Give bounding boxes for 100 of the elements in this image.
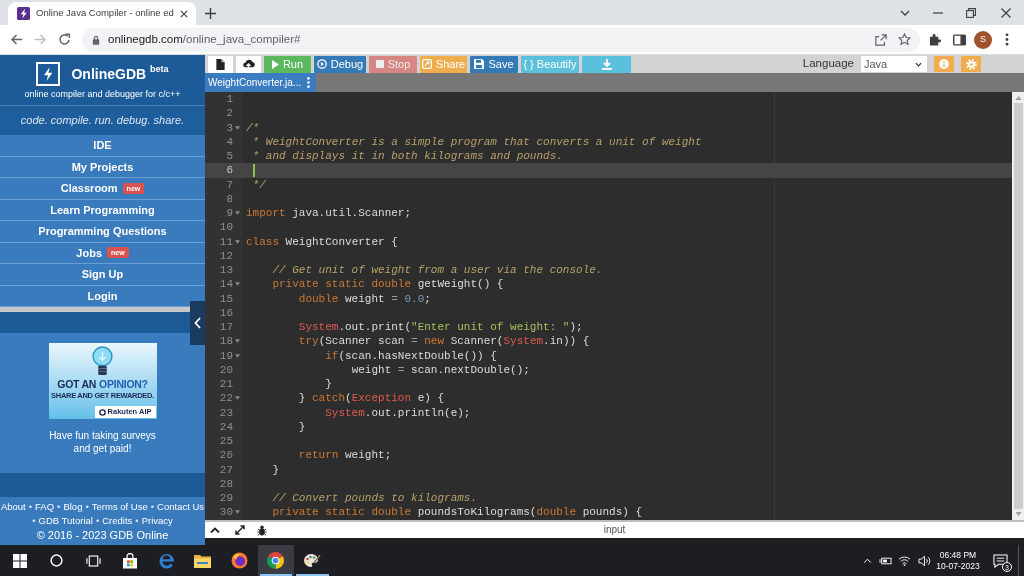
speaker-icon[interactable] (917, 554, 931, 567)
line-number: 6 (226, 163, 233, 178)
clock-time[interactable]: 06:48 PM (939, 549, 977, 561)
stop-square-icon (375, 60, 384, 68)
profile-avatar[interactable]: S (974, 30, 992, 49)
line-number: 12 (219, 248, 233, 263)
e-logo-icon[interactable] (157, 552, 175, 569)
minimize-icon[interactable] (932, 11, 943, 14)
task-view-icon[interactable] (85, 554, 101, 567)
bug-icon[interactable] (257, 524, 267, 536)
file-icon (216, 58, 225, 70)
language-label: Language (802, 56, 854, 72)
search-icon[interactable] (50, 554, 64, 567)
back-arrow-icon[interactable] (9, 33, 23, 46)
folder-icon[interactable] (194, 553, 212, 568)
caret-icon[interactable] (235, 125, 240, 130)
line-number: 26 (219, 448, 233, 463)
chevron-down-icon[interactable] (899, 9, 910, 16)
code-line: } (325, 377, 332, 392)
input-label: input (603, 525, 626, 535)
code-line: */ (252, 177, 266, 192)
notification-icon[interactable] (992, 553, 1008, 568)
chevron-up-icon[interactable] (210, 527, 220, 533)
line-number: 24 (219, 419, 233, 434)
line-number: 3 (226, 120, 233, 135)
circled-play-icon (316, 59, 327, 69)
expand-arrows-icon[interactable] (235, 525, 245, 535)
light-bulb-icon (92, 346, 113, 377)
plus-icon[interactable] (204, 8, 216, 19)
scrollbar-thumb[interactable] (1013, 103, 1023, 509)
close-icon[interactable] (179, 9, 188, 18)
start-windows-icon[interactable] (13, 553, 28, 568)
debug-button[interactable]: Debug (314, 55, 366, 73)
code-line: if(scan.hasNextDouble()) { (325, 348, 497, 363)
footer-link[interactable]: Contact Us (157, 502, 205, 512)
palette-icon[interactable] (303, 552, 322, 569)
bullet-separator: • (85, 502, 89, 512)
file-tab[interactable]: WeightConverter.ja... (205, 73, 317, 92)
side-panel-icon[interactable] (952, 33, 966, 46)
wifi-icon[interactable] (897, 555, 911, 566)
code-line: import java.util.Scanner; (246, 206, 412, 221)
footer-link[interactable]: About (0, 502, 26, 512)
circle-logo-icon[interactable] (267, 552, 285, 569)
reload-icon[interactable] (57, 33, 71, 46)
code-line: // Get unit of weight from a user via the console. (272, 263, 603, 278)
caret-icon[interactable] (235, 396, 240, 401)
vertical-scrollbar[interactable] (1012, 92, 1024, 520)
code-line: System.out.print("Enter unit of weight: "); (298, 320, 583, 335)
caret-icon[interactable] (235, 353, 240, 358)
settings-icon (965, 58, 977, 70)
address-bar[interactable]: onlinegdb.com/online_java_compiler# (82, 27, 920, 52)
puzzle-piece-icon[interactable] (928, 33, 942, 46)
caret-icon[interactable] (235, 211, 240, 216)
ad-headline-accent: OPINION? (99, 379, 148, 390)
shopping-bag-icon[interactable] (121, 552, 138, 569)
kebab-menu-icon[interactable] (1005, 33, 1009, 46)
share-icon[interactable] (875, 33, 887, 46)
star-icon[interactable] (898, 33, 911, 46)
footer-link[interactable]: GDB Tutorial (38, 516, 93, 526)
caret-icon[interactable] (235, 339, 240, 344)
line-number: 9 (226, 206, 233, 221)
caret-icon[interactable] (235, 239, 240, 244)
line-number: 7 (226, 177, 233, 192)
chevron-left-icon (194, 317, 201, 329)
restore-icon[interactable] (965, 7, 976, 18)
footer-link[interactable]: Credits (102, 516, 133, 526)
copyright-text: © 2016 - 2023 GDB Online (36, 530, 169, 541)
footer-link[interactable]: Blog (63, 502, 83, 512)
bullet-separator: • (28, 502, 33, 512)
footer-link[interactable]: Privacy (141, 516, 173, 526)
line-number: 21 (219, 377, 233, 392)
line-number: 19 (219, 348, 233, 363)
line-number: 30 (219, 505, 233, 520)
run-button[interactable]: Run (264, 55, 311, 73)
code-line: try(Scanner scan = new Scanner(System.in)) { (298, 334, 590, 349)
line-number: 5 (226, 149, 233, 164)
close-icon[interactable] (1000, 7, 1011, 18)
footer-link[interactable]: FAQ (35, 502, 55, 512)
new-file-button[interactable] (208, 55, 233, 73)
bullet-separator: • (57, 502, 61, 512)
caret-icon[interactable] (235, 510, 240, 515)
upload-button[interactable] (236, 55, 261, 73)
browser-tab[interactable]: Online Java Compiler - online ed (8, 2, 196, 25)
code-line: System.out.println(e); (325, 405, 471, 420)
code-line: /* (246, 120, 260, 135)
save-button[interactable]: Save (470, 55, 518, 73)
flame-logo-icon[interactable] (230, 552, 248, 569)
play-icon (271, 59, 279, 69)
bullet-separator: • (32, 516, 36, 526)
language-select[interactable]: Java (861, 56, 927, 72)
battery-plug-icon[interactable] (878, 555, 892, 566)
footer-link[interactable]: Terms of Use (91, 502, 148, 512)
code-line: // Convert pounds to kilograms. (272, 491, 478, 506)
caret-icon[interactable] (235, 282, 240, 287)
code-line: } catch(Exception e) { (298, 391, 445, 406)
kebab-menu-icon[interactable] (307, 77, 311, 88)
clock-date[interactable]: 10-07-2023 (936, 560, 980, 572)
lightning-logo-icon (36, 61, 61, 86)
collapse-sidebar-button[interactable] (190, 301, 205, 345)
lock-icon (92, 34, 100, 45)
